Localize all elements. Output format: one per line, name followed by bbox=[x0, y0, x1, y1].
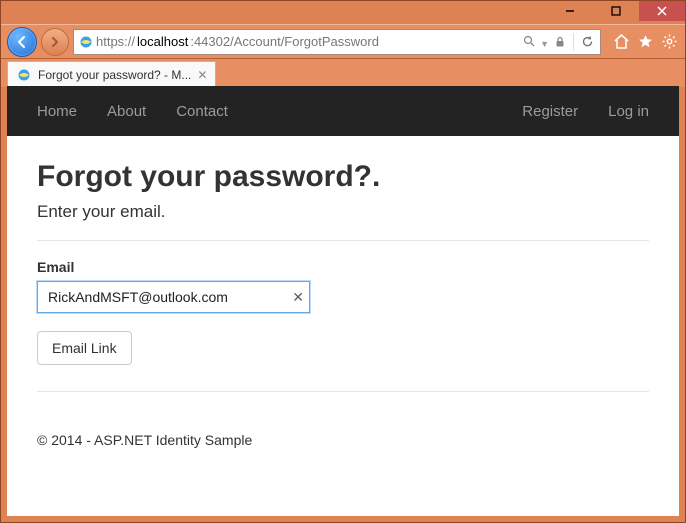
window-titlebar bbox=[1, 1, 685, 24]
home-button[interactable] bbox=[611, 32, 631, 52]
page-content: Forgot your password?. Enter your email.… bbox=[7, 136, 679, 420]
browser-window: https:// localhost :44302/Account/Forgot… bbox=[0, 0, 686, 523]
browser-tab[interactable]: Forgot your password? - M... ✕ bbox=[7, 61, 216, 87]
minimize-icon bbox=[565, 6, 575, 16]
nav-login[interactable]: Log in bbox=[608, 103, 649, 120]
back-arrow-icon bbox=[14, 34, 30, 50]
gear-icon bbox=[661, 33, 678, 50]
page-viewport: Home About Contact Register Log in Forgo… bbox=[7, 86, 679, 516]
tab-strip: Forgot your password? - M... ✕ bbox=[1, 59, 685, 87]
back-button[interactable] bbox=[7, 27, 37, 57]
nav-register[interactable]: Register bbox=[522, 103, 578, 120]
home-icon bbox=[613, 33, 630, 50]
window-minimize-button[interactable] bbox=[547, 1, 593, 21]
favorites-button[interactable] bbox=[635, 32, 655, 52]
email-label: Email bbox=[37, 259, 649, 275]
page-footer: © 2014 - ASP.NET Identity Sample bbox=[7, 432, 679, 448]
window-close-button[interactable] bbox=[639, 1, 685, 21]
forward-arrow-icon bbox=[48, 35, 62, 49]
url-host: localhost bbox=[137, 34, 188, 49]
tab-close-button[interactable]: ✕ bbox=[197, 69, 207, 81]
footer-divider bbox=[37, 391, 649, 392]
url-path: :44302/Account/ForgotPassword bbox=[190, 34, 379, 49]
url-protocol: https:// bbox=[96, 34, 135, 49]
browser-navbar: https:// localhost :44302/Account/Forgot… bbox=[1, 24, 685, 59]
ie-page-icon bbox=[78, 34, 94, 50]
divider bbox=[37, 240, 649, 241]
tools-button[interactable] bbox=[659, 32, 679, 52]
tab-title: Forgot your password? - M... bbox=[38, 68, 191, 82]
ssl-lock-icon[interactable] bbox=[551, 33, 569, 51]
refresh-button[interactable] bbox=[573, 33, 596, 51]
window-maximize-button[interactable] bbox=[593, 1, 639, 21]
forward-button[interactable] bbox=[41, 28, 69, 56]
star-icon bbox=[637, 33, 654, 50]
search-dropdown-icon[interactable]: ▼ bbox=[540, 39, 549, 49]
email-link-button[interactable]: Email Link bbox=[37, 331, 132, 365]
address-bar[interactable]: https:// localhost :44302/Account/Forgot… bbox=[73, 29, 601, 55]
email-field[interactable] bbox=[37, 281, 310, 313]
nav-home[interactable]: Home bbox=[37, 103, 77, 120]
clear-input-button[interactable]: ✕ bbox=[292, 281, 304, 313]
nav-contact[interactable]: Contact bbox=[176, 103, 228, 120]
maximize-icon bbox=[611, 6, 621, 16]
tab-favicon bbox=[16, 67, 32, 83]
page-title: Forgot your password?. bbox=[37, 160, 649, 194]
close-icon bbox=[657, 6, 667, 16]
search-icon[interactable] bbox=[520, 33, 538, 51]
nav-about[interactable]: About bbox=[107, 103, 146, 120]
chrome-right-icons bbox=[611, 32, 679, 52]
site-navbar: Home About Contact Register Log in bbox=[7, 86, 679, 136]
page-lead: Enter your email. bbox=[37, 202, 649, 222]
